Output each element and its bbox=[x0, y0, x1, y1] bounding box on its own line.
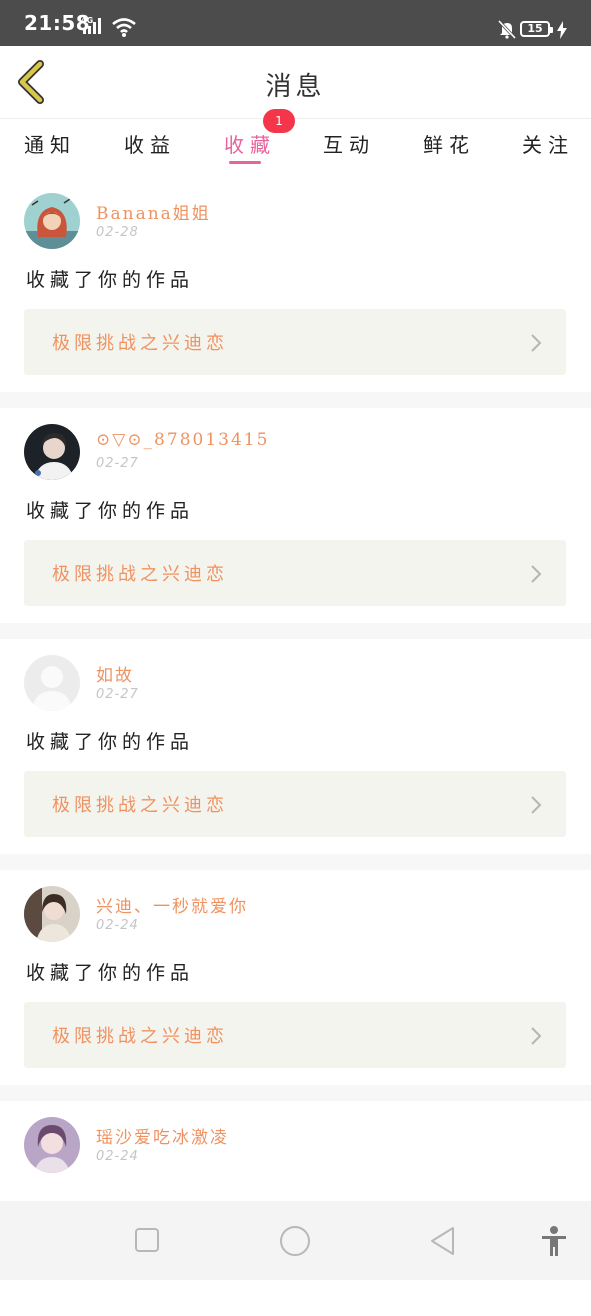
home-icon[interactable] bbox=[279, 1225, 311, 1257]
avatar[interactable] bbox=[24, 424, 80, 480]
back-icon[interactable] bbox=[429, 1225, 457, 1257]
message-card: 如故 02-27 收藏了你的作品 极限挑战之兴迪恋 bbox=[0, 639, 591, 854]
charging-icon bbox=[557, 21, 567, 39]
tab-interactions[interactable]: 互动 bbox=[323, 129, 375, 158]
message-date: 02-27 bbox=[96, 456, 139, 471]
message-card: 兴迪、一秒就爱你 02-24 收藏了你的作品 极限挑战之兴迪恋 bbox=[0, 870, 591, 1085]
tab-earnings[interactable]: 收益 bbox=[124, 129, 176, 158]
status-bar: 21:58 4G 15 bbox=[0, 0, 591, 46]
action-text: 收藏了你的作品 bbox=[26, 269, 195, 291]
chevron-right-icon bbox=[531, 796, 542, 814]
tab-favorites[interactable]: 收藏 bbox=[224, 129, 276, 158]
username[interactable]: 兴迪、一秒就爱你 bbox=[96, 892, 248, 917]
username[interactable]: 瑶沙爱吃冰激凌 bbox=[96, 1123, 229, 1148]
chevron-right-icon bbox=[531, 334, 542, 352]
action-text: 收藏了你的作品 bbox=[26, 500, 195, 522]
username[interactable]: 如故 bbox=[96, 661, 134, 686]
work-link[interactable]: 极限挑战之兴迪恋 bbox=[24, 309, 566, 375]
bell-muted-icon bbox=[497, 19, 517, 39]
message-date: 02-24 bbox=[96, 918, 139, 933]
svg-text:4G: 4G bbox=[81, 16, 93, 25]
system-nav-bar bbox=[0, 1201, 591, 1280]
message-card: ⊙▽⊙_878013415 02-27 收藏了你的作品 极限挑战之兴迪恋 bbox=[0, 408, 591, 623]
battery-icon: 15 bbox=[520, 21, 553, 37]
work-link[interactable]: 极限挑战之兴迪恋 bbox=[24, 540, 566, 606]
chevron-right-icon bbox=[531, 565, 542, 583]
username[interactable]: ⊙▽⊙_878013415 bbox=[96, 430, 269, 450]
work-link[interactable]: 极限挑战之兴迪恋 bbox=[24, 1002, 566, 1068]
avatar[interactable] bbox=[24, 193, 80, 249]
message-list: Banana姐姐 02-28 收藏了你的作品 极限挑战之兴迪恋 ⊙▽⊙_8780… bbox=[0, 177, 591, 1316]
favorites-badge: 1 bbox=[263, 109, 295, 133]
tab-bar: 通知 收益 收藏 1 互动 鲜花 关注 bbox=[0, 109, 591, 177]
avatar[interactable] bbox=[24, 886, 80, 942]
avatar[interactable] bbox=[24, 1117, 80, 1173]
chevron-right-icon bbox=[531, 1027, 542, 1045]
message-date: 02-24 bbox=[96, 1149, 139, 1164]
work-title: 极限挑战之兴迪恋 bbox=[52, 333, 228, 354]
default-avatar-icon[interactable] bbox=[24, 655, 80, 711]
recent-apps-icon[interactable] bbox=[134, 1227, 160, 1253]
work-title: 极限挑战之兴迪恋 bbox=[52, 1026, 228, 1047]
header: 消息 bbox=[0, 46, 591, 119]
message-date: 02-28 bbox=[96, 225, 139, 240]
accessibility-icon[interactable] bbox=[540, 1225, 568, 1257]
wifi-icon bbox=[112, 18, 136, 37]
action-text: 收藏了你的作品 bbox=[26, 962, 195, 984]
tab-notifications[interactable]: 通知 bbox=[24, 129, 76, 158]
message-card: Banana姐姐 02-28 收藏了你的作品 极限挑战之兴迪恋 bbox=[0, 177, 591, 392]
tab-flowers[interactable]: 鲜花 bbox=[423, 129, 475, 158]
active-tab-indicator bbox=[229, 161, 261, 164]
username[interactable]: Banana姐姐 bbox=[96, 199, 211, 224]
tab-following[interactable]: 关注 bbox=[522, 129, 574, 158]
work-link[interactable]: 极限挑战之兴迪恋 bbox=[24, 771, 566, 837]
page-title: 消息 bbox=[265, 72, 326, 102]
work-title: 极限挑战之兴迪恋 bbox=[52, 795, 228, 816]
action-text: 收藏了你的作品 bbox=[26, 731, 195, 753]
message-date: 02-27 bbox=[96, 687, 139, 702]
signal-icon: 4G bbox=[81, 16, 101, 34]
work-title: 极限挑战之兴迪恋 bbox=[52, 564, 228, 585]
